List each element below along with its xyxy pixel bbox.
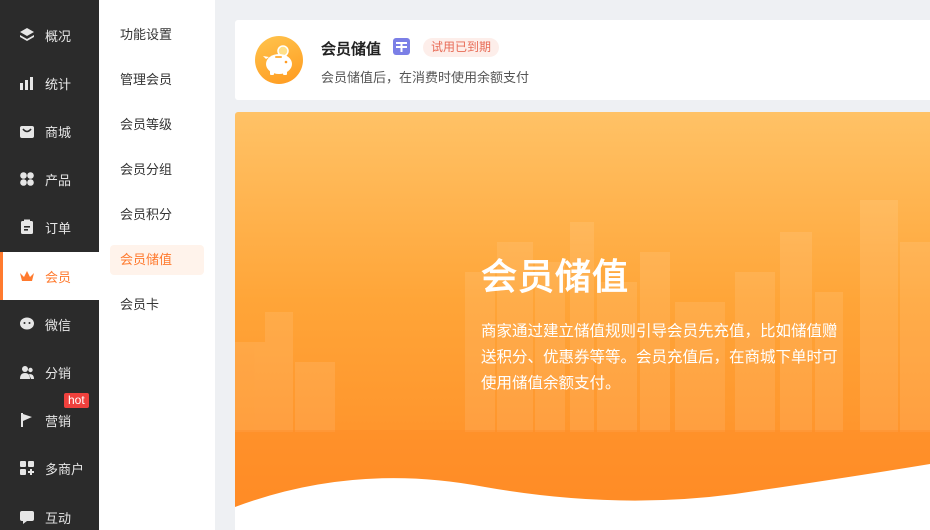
chart-icon [18, 74, 36, 92]
nav-item-multi-merchant[interactable]: 多商户 [0, 444, 99, 492]
nav-item-products[interactable]: 产品 [0, 155, 99, 203]
nav-item-orders[interactable]: 订单 [0, 203, 99, 251]
banner-description: 商家通过建立储值规则引导会员先充值，比如储值赠送积分、优惠券等等。会员充值后，在… [481, 323, 838, 392]
subnav-item-member-levels[interactable]: 会员等级 [110, 110, 204, 140]
nav-item-mall[interactable]: 商城 [0, 107, 99, 155]
nav-item-label: 会员 [45, 269, 72, 285]
nav-item-label: 微信 [45, 317, 72, 333]
crown-icon [18, 267, 36, 285]
layers-icon [18, 26, 36, 44]
flag-icon [18, 411, 36, 429]
subnav-item-member-points[interactable]: 会员积分 [110, 200, 204, 230]
piggy-bank-icon [255, 36, 303, 84]
nav-item-overview[interactable]: 概况 [0, 11, 99, 59]
clipboard-icon [18, 218, 36, 236]
status-badge: 试用已到期 [423, 38, 500, 57]
nav-item-stats[interactable]: 统计 [0, 59, 99, 107]
sub-nav: 功能设置 管理会员 会员等级 会员分组 会员积分 会员储值 会员卡 [99, 0, 215, 530]
subnav-item-member-stored-value[interactable]: 会员储值 [110, 245, 204, 275]
shop-icon [18, 122, 36, 140]
users-icon [18, 363, 36, 381]
main-nav: 概况 统计 商城 产品 订单 会员 微信 分销 营销 多商户 互动 hot [0, 0, 99, 530]
nav-item-label: 统计 [45, 76, 72, 92]
nav-item-members[interactable]: 会员 [0, 252, 99, 300]
nav-item-interaction[interactable]: 互动 [0, 493, 99, 530]
nav-item-label: 商城 [45, 124, 72, 140]
page-description: 会员储值后，在消费时使用余额支付 [321, 70, 530, 85]
feature-header-card: 会员储值 试用已到期 会员储值后，在消费时使用余额支付 [235, 20, 930, 100]
subnav-item-member-card[interactable]: 会员卡 [110, 290, 204, 320]
nav-item-label: 订单 [45, 220, 72, 236]
nav-item-distribution[interactable]: 分销 [0, 348, 99, 396]
nav-item-label: 互动 [45, 510, 72, 526]
nav-item-label: 分销 [45, 365, 72, 381]
store-icon [18, 459, 36, 477]
nav-item-wechat[interactable]: 微信 [0, 300, 99, 348]
hot-badge: hot [64, 393, 89, 408]
page-title: 会员储值 [321, 41, 382, 58]
subnav-item-member-groups[interactable]: 会员分组 [110, 155, 204, 185]
subnav-item-settings[interactable]: 功能设置 [110, 20, 204, 50]
grid-icon [18, 170, 36, 188]
nav-item-label: 营销 [45, 413, 72, 429]
wechat-icon [18, 315, 36, 333]
feature-banner: 会员储值 商家通过建立储值规则引导会员先充值，比如储值赠送积分、优惠券等等。会员… [235, 112, 930, 530]
nav-item-label: 产品 [45, 172, 72, 188]
banner-title: 会员储值 [481, 256, 630, 297]
nav-item-label: 概况 [45, 28, 72, 44]
chat-icon [18, 508, 36, 526]
nav-item-label: 多商户 [45, 461, 85, 477]
app-badge-icon [393, 38, 410, 55]
subnav-item-manage-members[interactable]: 管理会员 [110, 65, 204, 95]
